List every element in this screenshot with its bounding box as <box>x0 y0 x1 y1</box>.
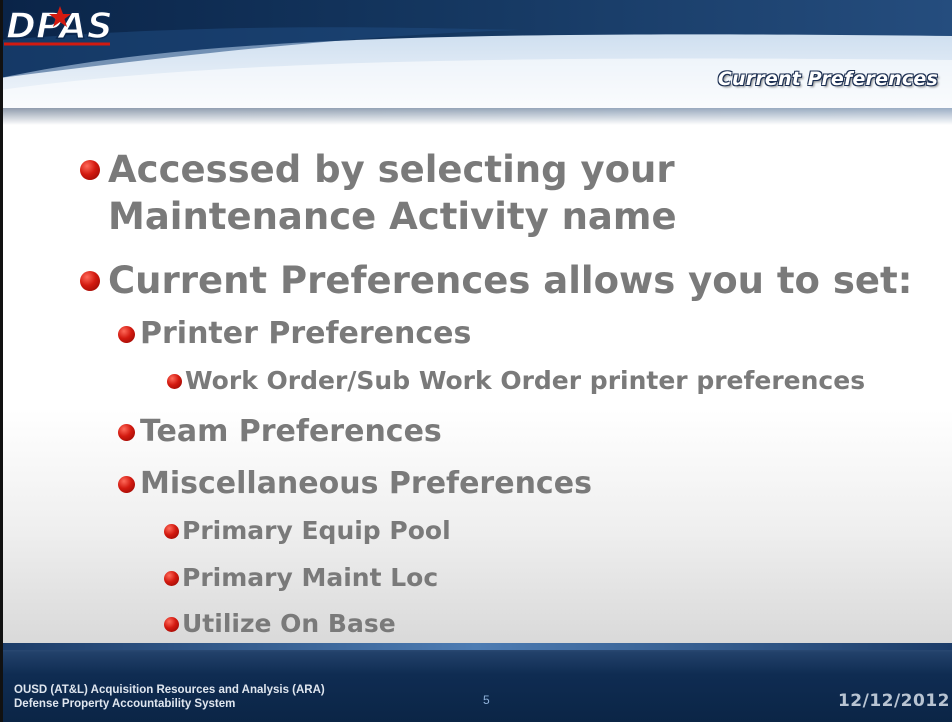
slide-edge <box>0 0 3 722</box>
footer-organization: OUSD (AT&L) Acquisition Resources and An… <box>14 684 325 710</box>
bullet-dot <box>118 424 135 441</box>
bullet-dot <box>164 524 179 539</box>
sub-sub-bullet-item: Utilize On Base <box>164 608 396 640</box>
sub-bullet-item: Miscellaneous Preferences <box>118 465 592 503</box>
bullet-dot <box>80 160 100 180</box>
footer-accent-bar <box>0 643 952 650</box>
slide: DPAS Current Preferences Accessed by sel… <box>0 0 952 722</box>
bullet-dot <box>164 617 179 632</box>
sub-bullet-item: Printer Preferences <box>118 315 471 353</box>
sub-sub-bullet-item: Work Order/Sub Work Order printer prefer… <box>167 365 865 397</box>
sub-bullet-item: Team Preferences <box>118 413 442 451</box>
sub-sub-bullet-item: Primary Maint Loc <box>164 562 438 594</box>
bullet-item: Accessed by selecting your <box>80 146 675 193</box>
page-number: 5 <box>483 693 490 707</box>
footer-date: 12/12/2012 <box>837 691 950 711</box>
bullet-dot <box>80 271 100 291</box>
bullet-dot <box>167 374 182 389</box>
bullet-list: Accessed by selecting your Maintenance A… <box>0 0 952 640</box>
bullet-dot <box>164 571 179 586</box>
bullet-item: Current Preferences allows you to set: <box>80 257 912 304</box>
slide-footer: OUSD (AT&L) Acquisition Resources and An… <box>0 643 952 722</box>
bullet-dot <box>118 476 135 493</box>
bullet-item-continuation: Maintenance Activity name <box>108 195 677 238</box>
sub-sub-bullet-item: Primary Equip Pool <box>164 515 451 547</box>
bullet-dot <box>118 326 135 343</box>
